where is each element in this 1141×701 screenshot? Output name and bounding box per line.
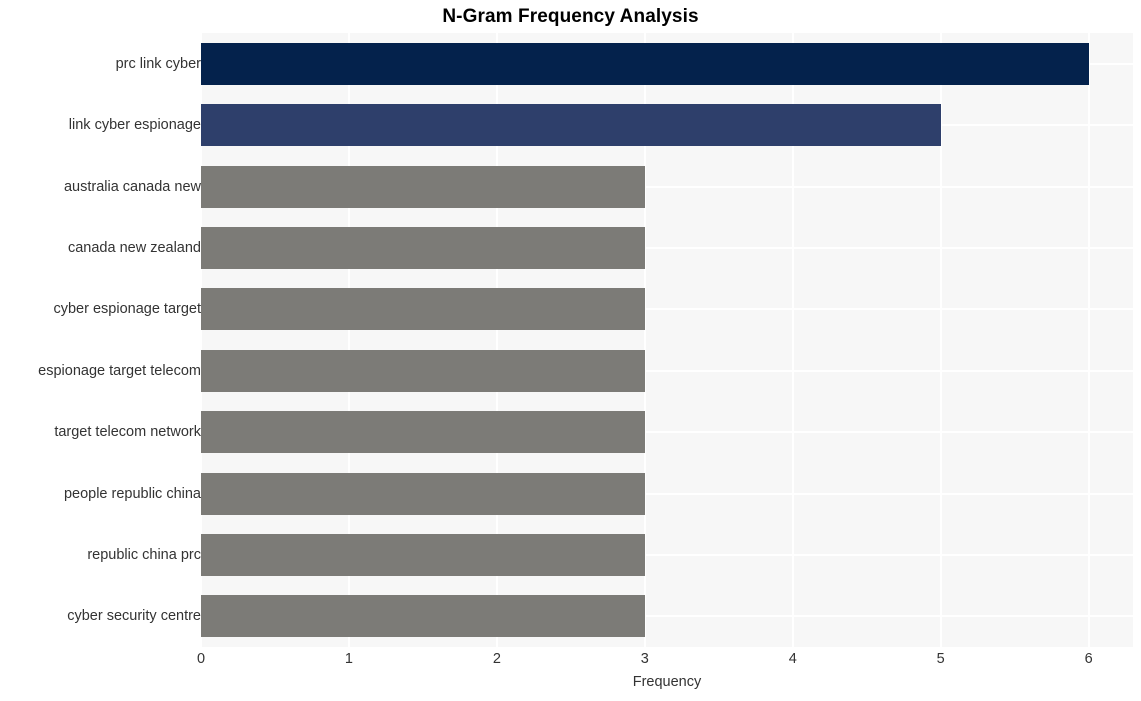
bar[interactable]	[201, 226, 645, 269]
bar[interactable]	[201, 42, 1089, 85]
x-axis-tick-label: 2	[492, 651, 501, 667]
x-axis-tick-label: 0	[196, 651, 206, 667]
chart-figure: N-Gram Frequency Analysis prc link cyber…	[0, 0, 1141, 701]
bar[interactable]	[201, 533, 645, 576]
y-axis-tick-label: espionage target telecom	[38, 362, 201, 379]
bar[interactable]	[201, 288, 645, 331]
bar[interactable]	[201, 472, 645, 515]
y-axis-tick-label: link cyber espionage	[68, 117, 201, 134]
x-axis-title: Frequency	[632, 674, 702, 690]
y-axis-tick-label: target telecom network	[54, 424, 201, 441]
x-axis-tick-labels: 0 1 2 3 4 5 6	[197, 650, 1133, 672]
plot-area	[201, 33, 1133, 647]
y-axis-tick-label: people republic china	[63, 485, 201, 502]
y-axis-tick-labels: prc link cyber link cyber espionage austra…	[0, 33, 201, 647]
x-axis-tick-label: 1	[344, 651, 353, 667]
x-axis-tick-label: 5	[936, 651, 945, 667]
y-axis-tick-label: cyber espionage target	[53, 301, 201, 318]
x-axis-tick-label: 4	[788, 651, 797, 667]
y-axis-tick-label: australia canada new	[63, 178, 201, 195]
y-axis-tick-label: cyber security centre	[67, 608, 201, 625]
bar[interactable]	[201, 411, 645, 454]
x-axis-tick-label: 6	[1084, 651, 1093, 667]
bar[interactable]	[201, 165, 645, 208]
chart-title: N-Gram Frequency Analysis	[442, 6, 699, 27]
x-axis-tick-label: 3	[640, 651, 649, 667]
y-axis-tick-label: prc link cyber	[115, 55, 201, 72]
bar[interactable]	[201, 349, 645, 392]
bar[interactable]	[201, 104, 941, 147]
y-axis-tick-label: republic china prc	[87, 546, 201, 563]
bar[interactable]	[201, 595, 645, 638]
y-axis-tick-label: canada new zealand	[67, 239, 201, 256]
